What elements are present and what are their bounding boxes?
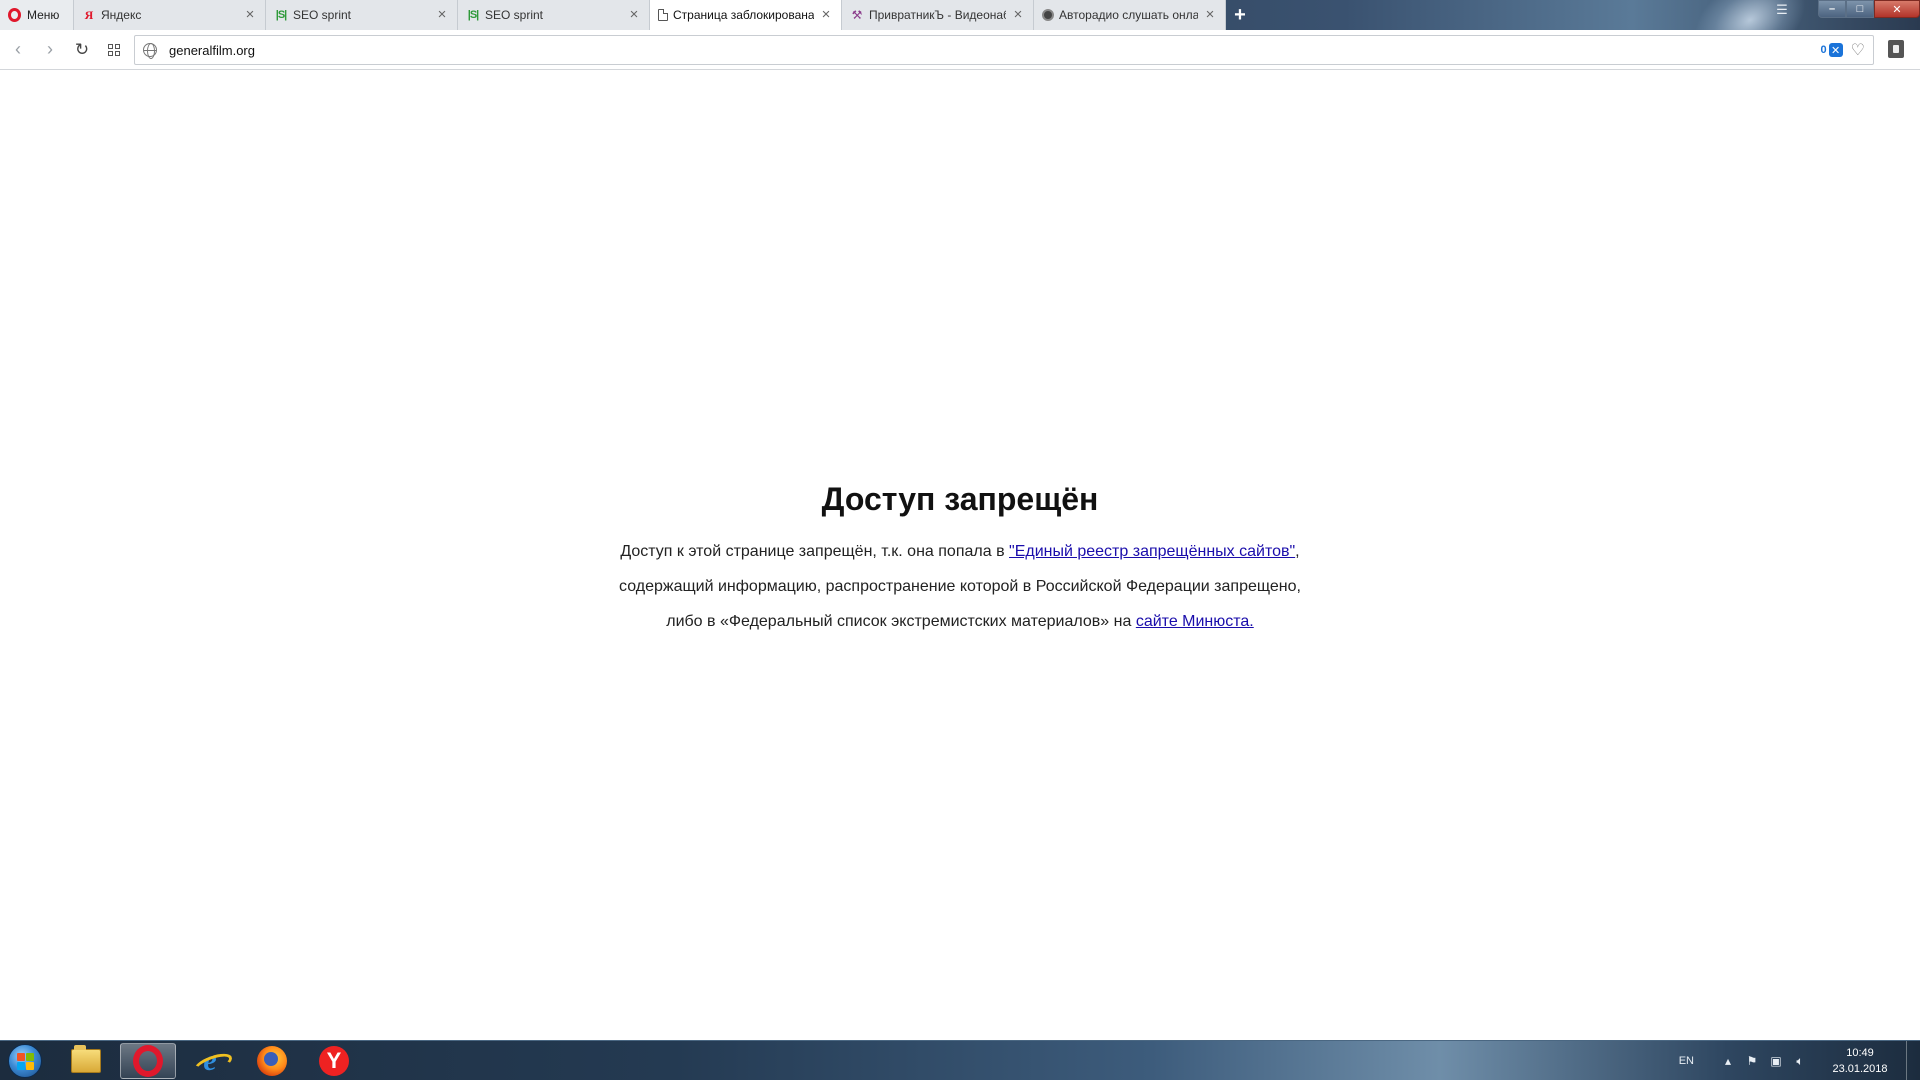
page-title: Доступ запрещён <box>821 481 1099 517</box>
window-controls: – □ ✕ <box>1818 0 1920 20</box>
registry-link[interactable]: "Единый реестр запрещённых сайтов" <box>1009 543 1295 560</box>
tabs-row: Меню Я Яндекс × |S| SEO sprint × |S| SEO… <box>0 0 1252 30</box>
speed-dial-button[interactable] <box>98 34 130 66</box>
firefox-icon <box>257 1046 287 1076</box>
clock-date: 23.01.2018 <box>1832 1063 1888 1075</box>
taskbar-yandex-browser[interactable]: Y <box>306 1043 362 1079</box>
tab-privratnik[interactable]: ⚒ ПривратникЪ - Видеонаб × <box>842 0 1034 30</box>
flag-icon[interactable]: ⚑ <box>1740 1054 1764 1068</box>
tab-title: Страница заблокирована <box>673 8 814 22</box>
tab-strip: Меню Я Яндекс × |S| SEO sprint × |S| SEO… <box>0 0 1920 30</box>
tab-yandex[interactable]: Я Яндекс × <box>74 0 266 30</box>
yandex-browser-icon: Y <box>319 1046 349 1076</box>
volume-icon[interactable]: 🔈︎ <box>1788 1054 1812 1069</box>
close-icon[interactable]: × <box>243 7 257 22</box>
taskbar-opera[interactable] <box>120 1043 176 1079</box>
taskbar-firefox[interactable] <box>244 1043 300 1079</box>
maximize-button[interactable]: □ <box>1846 0 1874 18</box>
radio-icon <box>1042 9 1054 21</box>
opera-icon <box>133 1045 163 1077</box>
yandex-icon: Я <box>84 8 94 22</box>
close-window-button[interactable]: ✕ <box>1874 0 1920 18</box>
seo-sprint-icon: |S| <box>275 9 288 21</box>
taskbar-internet-explorer[interactable]: e <box>182 1043 238 1079</box>
taskbar-explorer[interactable] <box>58 1043 114 1079</box>
tab-title: SEO sprint <box>485 8 544 22</box>
screen: Меню Я Яндекс × |S| SEO sprint × |S| SEO… <box>0 0 1920 1080</box>
seo-sprint-icon: |S| <box>467 9 480 21</box>
adblock-icon[interactable]: ✕ <box>1828 43 1843 57</box>
document-icon <box>658 9 668 21</box>
close-icon[interactable]: × <box>819 7 833 22</box>
heart-icon[interactable]: ♡ <box>1851 40 1865 60</box>
minimize-button[interactable]: – <box>1818 0 1846 18</box>
chevron-right-icon: › <box>47 39 53 59</box>
line3-text: либо в «Федеральный список экстремистски… <box>666 613 1136 630</box>
page-content: Доступ запрещён Доступ к этой странице з… <box>0 71 1920 1039</box>
clock-time: 10:49 <box>1846 1047 1874 1059</box>
tab-blocked-page[interactable]: Страница заблокирована × <box>650 0 842 30</box>
tab-menu-icon[interactable]: ☰ <box>1769 1 1795 19</box>
adblock-count: 0 <box>1820 44 1827 56</box>
sidebar-toggle-button[interactable] <box>1888 40 1904 58</box>
menu-label: Меню <box>27 8 60 22</box>
language-indicator[interactable]: EN <box>1679 1055 1694 1067</box>
browser-toolbar: ‹ › ↻ generalfilm.org 0 ✕ ♡ <box>0 30 1920 70</box>
tab-title: Яндекс <box>101 8 142 22</box>
close-icon[interactable]: × <box>1011 7 1025 22</box>
close-icon[interactable]: × <box>1203 7 1217 22</box>
line1-suffix: , <box>1295 543 1300 560</box>
tab-title: Авторадио слушать онла <box>1059 8 1198 22</box>
new-tab-button[interactable]: + <box>1228 0 1252 30</box>
reload-icon: ↻ <box>74 39 90 59</box>
close-icon[interactable]: × <box>435 7 449 22</box>
block-message: Доступ запрещён Доступ к этой странице з… <box>560 481 1360 639</box>
line1-text: Доступ к этой странице запрещён, т.к. он… <box>620 543 1010 560</box>
clock[interactable]: 10:49 23.01.2018 <box>1824 1045 1896 1077</box>
tab-seo-sprint-2[interactable]: |S| SEO sprint × <box>458 0 650 30</box>
forward-button[interactable]: › <box>34 34 66 66</box>
block-line-1: Доступ к этой странице запрещён, т.к. он… <box>560 534 1360 569</box>
block-line-3: либо в «Федеральный список экстремистски… <box>560 604 1360 639</box>
network-icon[interactable]: ▣ <box>1764 1054 1788 1068</box>
tools-icon: ⚒ <box>851 8 863 22</box>
opera-logo-icon <box>8 8 21 22</box>
tab-title: ПривратникЪ - Видеонаб <box>869 8 1006 22</box>
close-icon[interactable]: × <box>627 7 641 22</box>
wallpaper-glow <box>1678 0 1822 30</box>
show-desktop-button[interactable] <box>1906 1041 1920 1080</box>
windows-logo-icon <box>8 1044 42 1078</box>
opera-menu-button[interactable]: Меню <box>0 0 74 30</box>
address-bar[interactable]: generalfilm.org 0 ✕ ♡ <box>134 35 1874 65</box>
grid-icon <box>108 43 120 56</box>
tab-seo-sprint-1[interactable]: |S| SEO sprint × <box>266 0 458 30</box>
chevron-left-icon: ‹ <box>15 39 21 59</box>
explorer-icon <box>71 1045 101 1073</box>
start-button[interactable] <box>3 1042 47 1080</box>
block-line-2: содержащий информацию, распространение к… <box>619 578 1301 595</box>
globe-icon <box>143 43 157 59</box>
tab-avtoradio[interactable]: Авторадио слушать онла × <box>1034 0 1226 30</box>
address-bar-actions: 0 ✕ ♡ <box>1821 36 1865 64</box>
chevron-up-icon[interactable]: ▴ <box>1716 1054 1740 1068</box>
internet-explorer-icon: e <box>195 1044 225 1077</box>
reload-button[interactable]: ↻ <box>66 34 98 66</box>
tab-title: SEO sprint <box>293 8 352 22</box>
windows-taskbar: e Y EN ▴ ⚑ ▣ 🔈︎ 10:49 23.01.2018 <box>0 1040 1920 1080</box>
url-text[interactable]: generalfilm.org <box>169 43 255 58</box>
system-tray: EN ▴ ⚑ ▣ 🔈︎ 10:49 23.01.2018 <box>1679 1041 1920 1080</box>
back-button[interactable]: ‹ <box>2 34 34 66</box>
minjust-link[interactable]: сайте Минюста. <box>1136 613 1254 630</box>
